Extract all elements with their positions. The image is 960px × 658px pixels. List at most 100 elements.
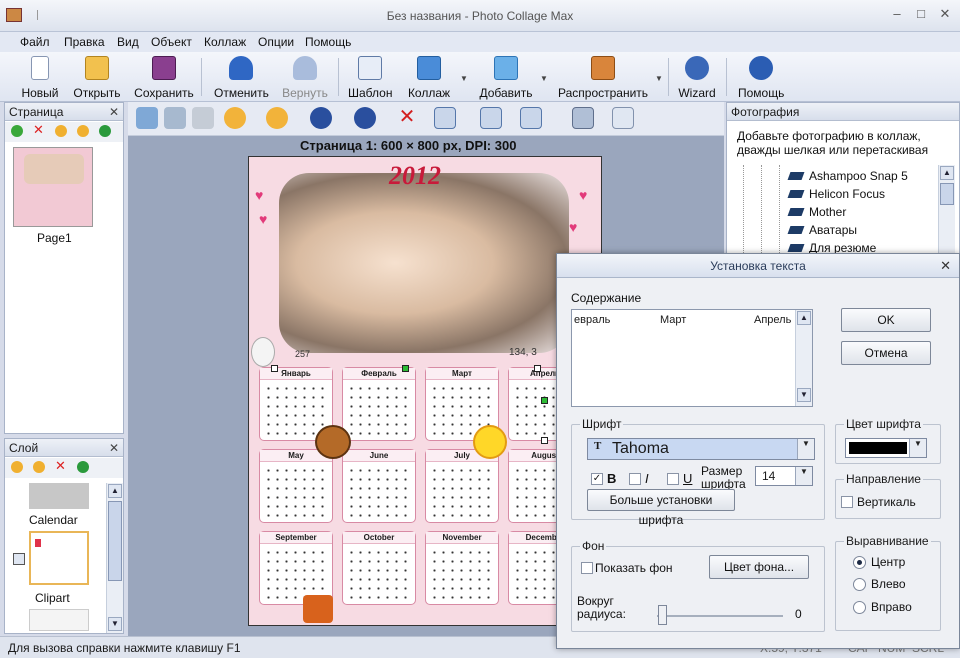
- delete-page-icon[interactable]: ✕: [33, 123, 44, 136]
- layer-thumbnail-calendar[interactable]: [29, 483, 89, 509]
- font-color-select[interactable]: ▼: [845, 438, 927, 458]
- layer-scrollbar[interactable]: ▲ ▼: [106, 483, 123, 633]
- bring-forward-icon[interactable]: [224, 107, 246, 129]
- dialog-close-icon[interactable]: ✕: [940, 254, 951, 278]
- align-center-radio[interactable]: [853, 556, 866, 569]
- background-color-button[interactable]: Цвет фона...: [709, 555, 809, 579]
- vertical-checkbox[interactable]: [841, 496, 853, 508]
- redo-button[interactable]: Вернуть: [280, 56, 330, 100]
- chevron-down-icon[interactable]: ▼: [909, 439, 926, 457]
- wizard-button[interactable]: Wizard: [678, 56, 716, 100]
- month-calendar[interactable]: July: [425, 449, 499, 523]
- menu-options[interactable]: Опции: [258, 35, 294, 49]
- open-button[interactable]: Открыть: [72, 56, 122, 100]
- menu-object[interactable]: Объект: [151, 35, 192, 49]
- page-panel-close-icon[interactable]: ✕: [109, 103, 119, 121]
- template-button[interactable]: Шаблон: [348, 56, 392, 100]
- layer-thumbnail-clipart[interactable]: [29, 531, 89, 585]
- radius-slider-track[interactable]: [657, 615, 783, 617]
- month-calendar[interactable]: September: [259, 531, 333, 605]
- page-thumbnail[interactable]: [13, 147, 93, 227]
- folder-node[interactable]: Аватары: [787, 223, 857, 237]
- layer-down-icon[interactable]: [33, 461, 45, 473]
- scroll-up-arrow[interactable]: ▲: [797, 311, 811, 325]
- align-horizontal-icon[interactable]: [480, 107, 502, 129]
- bold-checkbox[interactable]: ✓: [591, 473, 603, 485]
- properties-icon[interactable]: [612, 107, 634, 129]
- undo-button[interactable]: Отменить: [214, 56, 269, 100]
- snowman-sticker[interactable]: [251, 337, 275, 367]
- layer-visibility-toggle[interactable]: [13, 553, 25, 565]
- selection-handle[interactable]: [541, 437, 548, 444]
- help-button[interactable]: Помощь: [738, 56, 784, 100]
- content-textarea[interactable]: евраль Март Апрель: [571, 309, 813, 407]
- collage-photo[interactable]: [279, 173, 569, 353]
- add-dropdown-arrow[interactable]: ▼: [540, 74, 548, 83]
- radius-slider-thumb[interactable]: [658, 605, 667, 625]
- share-button[interactable]: Распространить: [558, 56, 648, 100]
- insert-frame-icon[interactable]: [164, 107, 186, 129]
- scroll-down-arrow[interactable]: ▼: [108, 617, 122, 631]
- more-font-settings-button[interactable]: Больше установки шрифта: [587, 489, 735, 527]
- sun-sticker[interactable]: [473, 425, 507, 459]
- send-backward-icon[interactable]: [266, 107, 288, 129]
- layer-up-icon[interactable]: [11, 461, 23, 473]
- rotation-handle[interactable]: [402, 365, 409, 372]
- rotate-right-icon[interactable]: [310, 107, 332, 129]
- content-scrollbar[interactable]: ▲ ▼: [795, 310, 812, 406]
- underline-checkbox[interactable]: [667, 473, 679, 485]
- month-calendar[interactable]: October: [342, 531, 416, 605]
- layer-thumbnail-next[interactable]: [29, 609, 89, 631]
- scroll-up-arrow[interactable]: ▲: [108, 484, 122, 498]
- menu-help[interactable]: Помощь: [305, 35, 351, 49]
- show-background-checkbox[interactable]: [581, 562, 593, 574]
- chevron-down-icon[interactable]: ▼: [795, 467, 812, 485]
- font-size-select[interactable]: 14 ▼: [755, 466, 813, 486]
- autumn-leaf-sticker[interactable]: [303, 595, 333, 623]
- selection-handle[interactable]: [271, 365, 278, 372]
- menu-view[interactable]: Вид: [117, 35, 139, 49]
- month-calendar[interactable]: May: [259, 449, 333, 523]
- folder-node[interactable]: Ashampoo Snap 5: [787, 169, 908, 183]
- font-name-select[interactable]: T Tahoma ▼: [587, 438, 815, 460]
- collage-button[interactable]: Коллаж: [406, 56, 452, 100]
- folder-node[interactable]: Helicon Focus: [787, 187, 885, 201]
- rotation-handle[interactable]: [541, 397, 548, 404]
- italic-checkbox[interactable]: [629, 473, 641, 485]
- swap-pages-icon[interactable]: [99, 125, 111, 137]
- month-calendar[interactable]: June: [342, 449, 416, 523]
- baseball-glove-sticker[interactable]: [315, 425, 351, 459]
- save-button[interactable]: Сохранить: [134, 56, 194, 100]
- move-page-down-icon[interactable]: [77, 125, 89, 137]
- delete-object-icon[interactable]: ✕: [396, 107, 418, 129]
- folder-node[interactable]: Mother: [787, 205, 846, 219]
- insert-photo-icon[interactable]: [136, 107, 158, 129]
- close-button[interactable]: ✕: [936, 6, 954, 22]
- crop-icon[interactable]: [192, 107, 214, 129]
- scroll-down-arrow[interactable]: ▼: [797, 388, 811, 402]
- menu-collage[interactable]: Коллаж: [204, 35, 246, 49]
- ok-button[interactable]: OK: [841, 308, 931, 332]
- layer-panel-close-icon[interactable]: ✕: [109, 439, 119, 457]
- menu-file[interactable]: Файл: [20, 35, 50, 49]
- month-calendar[interactable]: November: [425, 531, 499, 605]
- move-page-up-icon[interactable]: [55, 125, 67, 137]
- rotate-left-icon[interactable]: [354, 107, 376, 129]
- chevron-down-icon[interactable]: ▼: [797, 439, 814, 459]
- selection-handle[interactable]: [534, 365, 541, 372]
- scroll-thumb[interactable]: [108, 501, 122, 581]
- new-button[interactable]: Новый: [20, 56, 60, 100]
- month-calendar[interactable]: Февраль: [342, 367, 416, 441]
- maximize-button[interactable]: □: [912, 6, 930, 22]
- minimize-button[interactable]: –: [888, 6, 906, 22]
- collage-page[interactable]: 2012 ♥ ♥ ♥ ♥ 257 134, 3 Январь Февраль М…: [248, 156, 602, 626]
- zoom-clear-icon[interactable]: [572, 107, 594, 129]
- scroll-up-arrow[interactable]: ▲: [940, 166, 954, 180]
- share-dropdown-arrow[interactable]: ▼: [655, 74, 663, 83]
- align-right-radio[interactable]: [853, 601, 866, 614]
- scroll-thumb[interactable]: [940, 183, 954, 205]
- fit-page-icon[interactable]: [520, 107, 542, 129]
- swap-layers-icon[interactable]: [77, 461, 89, 473]
- align-left-radio[interactable]: [853, 578, 866, 591]
- cancel-button[interactable]: Отмена: [841, 341, 931, 365]
